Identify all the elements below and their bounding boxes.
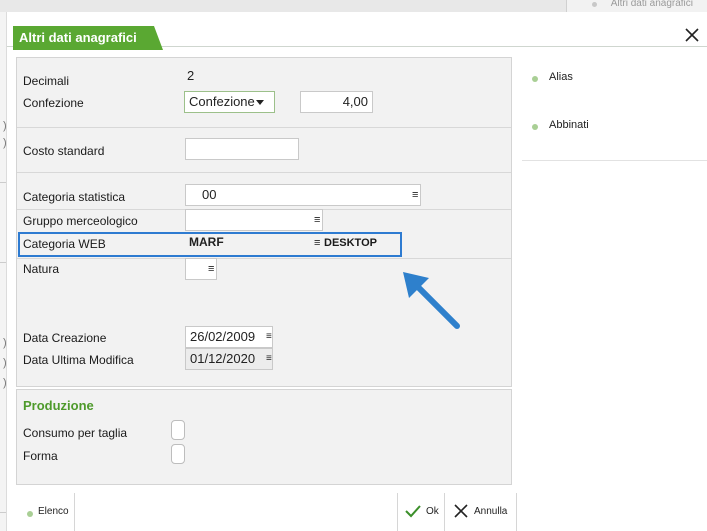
costo-standard-input[interactable]	[185, 138, 299, 160]
divider	[17, 258, 511, 259]
edge-tick	[0, 182, 6, 183]
forma-label: Forma	[23, 449, 58, 463]
chevron-down-icon	[255, 100, 264, 106]
gruppo-merceologico-input[interactable]	[185, 209, 323, 231]
background-tab-label: Altri dati anagrafici	[610, 0, 693, 9]
confezione-label: Confezione	[23, 96, 84, 110]
check-icon	[405, 505, 421, 518]
data-creazione-input[interactable]: 26/02/2009	[185, 326, 273, 348]
ok-label: Ok	[426, 506, 439, 517]
decimali-label: Decimali	[23, 74, 70, 88]
bullet-icon	[532, 124, 538, 130]
x-icon	[454, 504, 468, 518]
gruppo-merceologico-label: Gruppo merceologico	[23, 214, 138, 228]
background-window-strip: Altri dati anagrafici	[0, 0, 707, 12]
close-icon[interactable]	[683, 26, 701, 44]
dialog-title: Altri dati anagrafici	[13, 26, 163, 50]
edge-tick	[0, 262, 6, 263]
background-tab[interactable]: Altri dati anagrafici	[566, 0, 707, 12]
categoria-web-label: Categoria WEB	[23, 237, 106, 251]
dialog-title-bar: Altri dati anagrafici	[7, 20, 707, 50]
divider	[17, 172, 511, 173]
costo-standard-label: Costo standard	[23, 144, 105, 158]
data-ultima-modifica-label: Data Ultima Modifica	[23, 353, 134, 367]
divider	[17, 127, 511, 128]
menu-lines-icon[interactable]: ≡	[208, 263, 214, 275]
categoria-statistica-label: Categoria statistica	[23, 190, 126, 204]
forma-toggle[interactable]	[171, 444, 185, 464]
bottom-bar: Elenco Ok Annulla	[7, 493, 707, 531]
underlying-window-edge: ) ) ) ) )	[0, 12, 7, 531]
confezione-select-value: Confezione	[189, 94, 255, 109]
calendar-icon: ≡	[266, 353, 272, 364]
data-ultima-modifica-input: 01/12/2020	[185, 348, 273, 370]
side-item-alias[interactable]: Alias	[522, 58, 707, 106]
confezione-select[interactable]: Confezione	[184, 91, 275, 113]
annulla-button[interactable]: Annulla	[444, 493, 517, 531]
consumo-per-taglia-label: Consumo per taglia	[23, 426, 128, 440]
categoria-web-input[interactable]: MARF	[185, 232, 315, 254]
arrow-icon	[403, 272, 460, 329]
menu-lines-icon[interactable]: ≡	[314, 237, 320, 249]
bullet-icon	[532, 76, 538, 82]
side-panel: Alias Abbinati	[522, 58, 707, 161]
data-creazione-label: Data Creazione	[23, 331, 107, 345]
background-tab-dot	[592, 2, 597, 7]
menu-lines-icon[interactable]: ≡	[412, 189, 418, 201]
categoria-web-description: DESKTOP	[324, 237, 377, 249]
produzione-title: Produzione	[23, 398, 94, 413]
decimali-value[interactable]: 2	[183, 66, 213, 88]
bullet-icon	[27, 511, 33, 517]
altri-dati-dialog: Altri dati anagrafici Decimali 2 Confezi…	[7, 12, 707, 531]
confezione-quantity[interactable]: 4,00	[300, 91, 373, 113]
elenco-button[interactable]: Elenco	[16, 493, 75, 531]
natura-label: Natura	[23, 262, 60, 276]
consumo-per-taglia-toggle[interactable]	[171, 420, 185, 440]
elenco-label: Elenco	[38, 506, 69, 517]
calendar-icon[interactable]: ≡	[266, 331, 272, 342]
side-item-label: Alias	[549, 71, 573, 83]
side-item-label: Abbinati	[549, 119, 589, 131]
ok-button[interactable]: Ok	[397, 493, 445, 531]
categoria-statistica-input[interactable]: 00	[185, 184, 421, 206]
menu-lines-icon[interactable]: ≡	[314, 214, 320, 226]
side-item-abbinati[interactable]: Abbinati	[522, 106, 707, 154]
annulla-label: Annulla	[474, 506, 508, 517]
edge-tick	[0, 512, 6, 513]
